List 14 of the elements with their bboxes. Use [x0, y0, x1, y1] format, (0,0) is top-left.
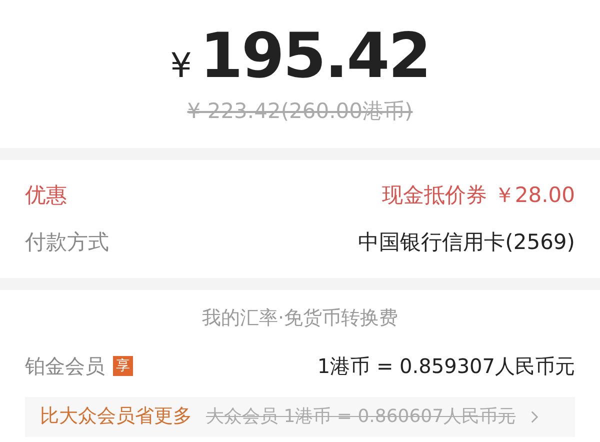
compare-label: 比大众会员省更多	[40, 404, 192, 430]
price-amount: 195.42	[200, 18, 430, 94]
exchange-rate: 1港币 = 0.859307人民币元	[317, 352, 575, 380]
section-title: 我的汇率·免货币转换费	[200, 306, 400, 331]
chevron-icon[interactable]	[530, 410, 539, 424]
row-label: 优惠	[25, 182, 67, 208]
member-label: 铂金会员	[25, 352, 105, 380]
original-price: ¥ 223.42(260.00港币)	[187, 98, 413, 125]
compare-rate: 大众会员 1港币 = 0.860607人民币元	[206, 405, 516, 429]
member-badge: 享	[113, 356, 133, 376]
currency-symbol: ¥	[170, 45, 192, 88]
row-value: 现金抵价券 ￥28.00	[382, 182, 575, 208]
row-value: 中国银行信用卡(2569)	[358, 229, 575, 256]
row-label: 付款方式	[25, 229, 109, 256]
